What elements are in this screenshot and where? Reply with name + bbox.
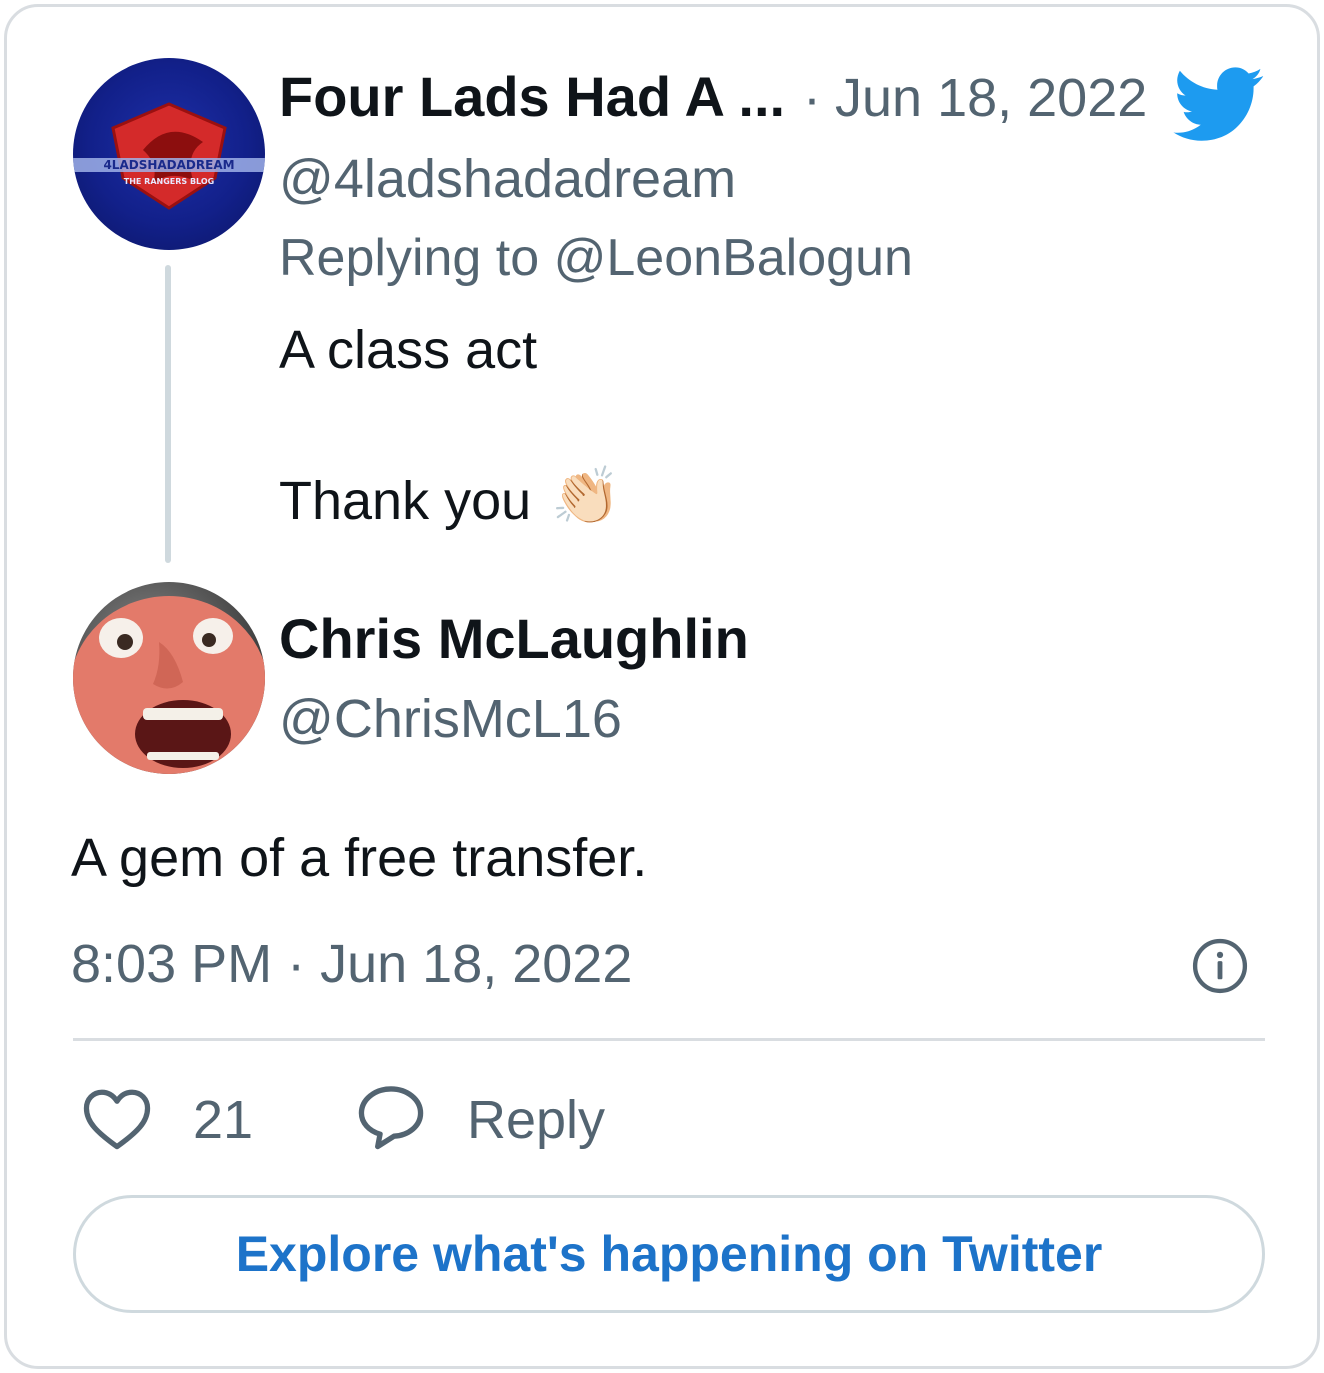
cartoon-face-icon (73, 596, 265, 774)
info-icon[interactable] (1191, 937, 1249, 995)
main-author-name[interactable]: Chris McLaughlin (279, 611, 749, 667)
speech-bubble-icon[interactable] (355, 1083, 427, 1151)
tweet-card: 4LADSHADADREAM THE RANGERS BLOG Four Lad… (4, 4, 1320, 1369)
parent-text-line-2: Thank you (279, 471, 532, 531)
parent-text-line-1: A class act (279, 320, 538, 380)
divider (73, 1038, 1265, 1041)
four-lads-avatar[interactable]: 4LADSHADADREAM THE RANGERS BLOG (73, 58, 265, 250)
parent-date[interactable]: Jun 18, 2022 (835, 71, 1147, 125)
twitter-bird-icon[interactable] (1173, 67, 1265, 143)
four-lads-logo-icon: 4LADSHADADREAM THE RANGERS BLOG (73, 102, 265, 210)
thread-connector-line (165, 265, 171, 563)
parent-handle[interactable]: @4ladshadadream (279, 152, 736, 206)
avatar-caption-2: THE RANGERS BLOG (124, 177, 214, 186)
main-tweet-text: A gem of a free transfer. (71, 828, 648, 888)
heart-icon[interactable] (81, 1087, 153, 1151)
parent-author-name[interactable]: Four Lads Had A ... (279, 69, 785, 125)
chris-avatar[interactable] (73, 582, 265, 774)
like-count[interactable]: 21 (193, 1093, 253, 1147)
tweet-timestamp[interactable]: 8:03 PM · Jun 18, 2022 (71, 937, 632, 991)
parent-date-separator: · (803, 68, 821, 128)
reply-button-label[interactable]: Reply (467, 1093, 605, 1147)
replying-to-text[interactable]: Replying to @LeonBalogun (279, 232, 913, 284)
avatar-caption-1: 4LADSHADADREAM (103, 158, 234, 172)
explore-twitter-button[interactable]: Explore what's happening on Twitter (73, 1195, 1265, 1313)
main-handle[interactable]: @ChrisMcL16 (279, 692, 622, 746)
explore-button-label: Explore what's happening on Twitter (235, 1226, 1103, 1282)
clapping-hands-emoji: 👏🏻 (551, 464, 621, 529)
